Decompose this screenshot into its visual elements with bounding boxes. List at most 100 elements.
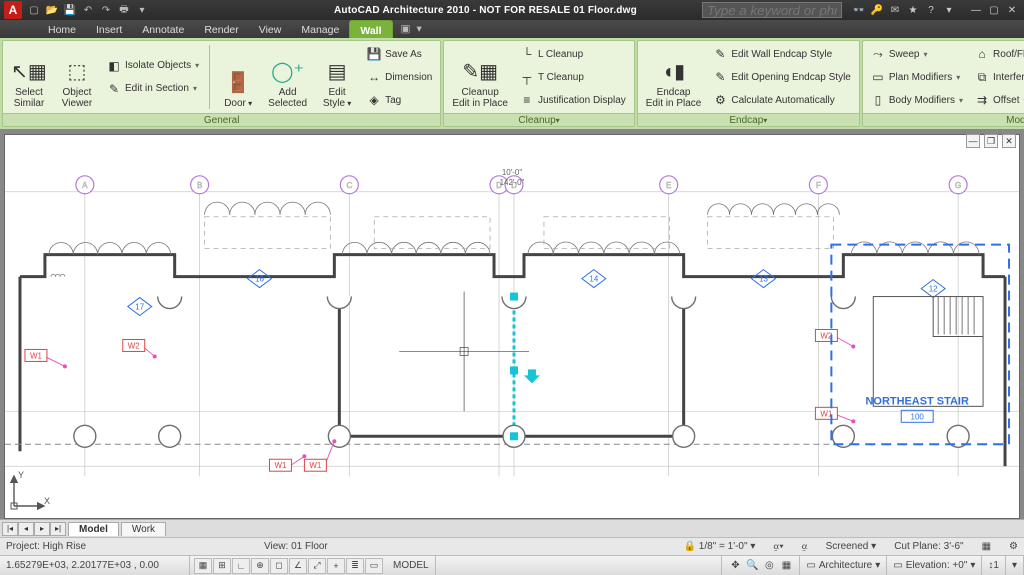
tray-icon[interactable]: ▾ (1006, 556, 1024, 575)
elevation-readout[interactable]: ▭ Elevation: +0" ▾ (887, 556, 982, 575)
tab-insert[interactable]: Insert (86, 20, 132, 38)
edit-in-section-button[interactable]: ✎Edit in Section (103, 78, 203, 100)
steering-icon[interactable]: ◎ (762, 559, 776, 573)
tab-render[interactable]: Render (194, 20, 248, 38)
edit-wall-endcap-button[interactable]: ✎Edit Wall Endcap Style (709, 43, 855, 65)
interference-button[interactable]: ⧉Interference (971, 66, 1024, 88)
svg-text:E: E (666, 181, 671, 190)
svg-text:W1: W1 (274, 461, 287, 470)
dimension-button[interactable]: ↔Dimension (363, 66, 436, 88)
display-config[interactable]: Screened ▾ (826, 541, 877, 552)
tab-first-button[interactable]: |◂ (2, 522, 18, 536)
key-icon[interactable]: 🔑 (870, 3, 884, 17)
tab-home[interactable]: Home (38, 20, 86, 38)
print-icon[interactable]: 🖶 (116, 2, 132, 18)
help-icon[interactable]: ? (924, 3, 938, 17)
l-cleanup-button[interactable]: └L Cleanup (516, 43, 630, 65)
ribbon-min-icon[interactable]: ▾ (416, 23, 421, 35)
interf-icon: ⧉ (975, 70, 989, 84)
close-button[interactable]: ✕ (1004, 3, 1020, 17)
endcap-edit-button[interactable]: ◖▮ Endcap Edit in Place (642, 43, 706, 111)
snap-toggle[interactable]: ▦ (194, 558, 212, 574)
lwt-toggle[interactable]: ≣ (346, 558, 364, 574)
redo-icon[interactable]: ↷ (98, 2, 114, 18)
coord-readout[interactable]: 1.65279E+03, 2.20177E+03 , 0.00 (0, 556, 190, 575)
scale-readout[interactable]: 🔒 1/8" = 1'-0" ▾ (684, 541, 756, 552)
ortho-toggle[interactable]: ∟ (232, 558, 250, 574)
comm-center-icon[interactable]: ✉ (888, 3, 902, 17)
minimize-button[interactable]: — (968, 3, 984, 17)
panel-label-endcap[interactable]: Endcap (638, 113, 859, 126)
cleanup-edit-button[interactable]: ✎▦ Cleanup Edit in Place (448, 43, 512, 111)
roof-floor-button[interactable]: ⌂Roof/Floor Line (971, 43, 1024, 65)
layout-tab-work[interactable]: Work (121, 522, 166, 536)
tab-manage[interactable]: Manage (291, 20, 349, 38)
annoscale-icon[interactable]: ⍶▾ (773, 541, 783, 552)
door-button[interactable]: 🚪 Door (216, 43, 260, 111)
add-selected-button[interactable]: ◯⁺ Add Selected (264, 43, 311, 111)
object-viewer-button[interactable]: ⬚ Object Viewer (55, 43, 99, 111)
save-as-button[interactable]: 💾Save As (363, 43, 436, 65)
tab-view[interactable]: View (249, 20, 292, 38)
cut-plane[interactable]: Cut Plane: 3'-6" (894, 541, 963, 552)
osnap-toggle[interactable]: ◻ (270, 558, 288, 574)
panel-label-modify[interactable]: Modify (863, 113, 1024, 126)
save-icon[interactable]: 💾 (62, 2, 78, 18)
pan-icon[interactable]: ✥ (728, 559, 742, 573)
svg-text:100: 100 (911, 412, 925, 421)
vp-close-button[interactable]: ✕ (1002, 134, 1016, 148)
zoom-icon[interactable]: 🔍 (745, 559, 759, 573)
gear-icon[interactable]: ⚙ (1009, 541, 1018, 552)
sweep-icon: ⤳ (871, 47, 885, 61)
discipline-readout[interactable]: ▭ Architecture ▾ (800, 556, 887, 575)
select-similar-button[interactable]: ↖▦ Select Similar (7, 43, 51, 111)
tab-last-button[interactable]: ▸| (50, 522, 66, 536)
body-modifiers-button[interactable]: ▯Body Modifiers (867, 89, 967, 111)
ducs-toggle[interactable]: ⤢ (308, 558, 326, 574)
dyn-toggle[interactable]: + (327, 558, 345, 574)
binoculars-icon[interactable]: 👓 (852, 3, 866, 17)
t-cleanup-button[interactable]: ┬T Cleanup (516, 66, 630, 88)
tab-wall[interactable]: Wall (349, 20, 392, 38)
polar-toggle[interactable]: ⊕ (251, 558, 269, 574)
edit-opening-endcap-button[interactable]: ✎Edit Opening Endcap Style (709, 66, 855, 88)
panel-endcap: ◖▮ Endcap Edit in Place ✎Edit Wall Endca… (637, 40, 860, 127)
panel-label-general[interactable]: General (3, 113, 440, 126)
open-icon[interactable]: 📂 (44, 2, 60, 18)
chevron-down-icon[interactable]: ▾ (942, 3, 956, 17)
plan-modifiers-button[interactable]: ▭Plan Modifiers (867, 66, 967, 88)
project-label: Project: High Rise (6, 541, 86, 552)
sweep-button[interactable]: ⤳Sweep (867, 43, 967, 65)
favorites-icon[interactable]: ★ (906, 3, 920, 17)
offset-button[interactable]: ⇉Offset (971, 89, 1024, 111)
tag-button[interactable]: ◈Tag (363, 89, 436, 111)
drawing-canvas[interactable]: ABCDDEFG 10'-0" 142'-0" (4, 134, 1020, 519)
justification-button[interactable]: ≡Justification Display (516, 89, 630, 111)
otrack-toggle[interactable]: ∠ (289, 558, 307, 574)
svg-text:142'-0": 142'-0" (500, 178, 525, 187)
edit-style-button[interactable]: ▤ Edit Style (315, 43, 359, 111)
new-icon[interactable]: ▢ (26, 2, 42, 18)
qp-toggle[interactable]: ▭ (365, 558, 383, 574)
annovis-icon[interactable]: ⍶ (802, 541, 808, 552)
panel-label-cleanup[interactable]: Cleanup (444, 113, 633, 126)
modelspace-button[interactable]: MODEL (387, 556, 436, 575)
tab-prev-button[interactable]: ◂ (18, 522, 34, 536)
tab-next-button[interactable]: ▸ (34, 522, 50, 536)
showmotion-icon[interactable]: ▦ (779, 559, 793, 573)
replace-z-icon[interactable]: ↕1 (982, 556, 1006, 575)
app-menu-button[interactable]: A (4, 1, 22, 19)
focus-icon[interactable]: ▣ (401, 23, 411, 35)
maximize-button[interactable]: ▢ (986, 3, 1002, 17)
grid-toggle[interactable]: ⊞ (213, 558, 231, 574)
vp-minimize-button[interactable]: — (966, 134, 980, 148)
qat-dropdown-icon[interactable]: ▾ (134, 2, 150, 18)
layout-tab-model[interactable]: Model (68, 522, 119, 536)
vp-restore-button[interactable]: ❐ (984, 134, 998, 148)
isolate-objects-button[interactable]: ◧Isolate Objects (103, 55, 203, 77)
infocenter-search[interactable] (702, 2, 842, 18)
calc-auto-button[interactable]: ⚙Calculate Automatically (709, 89, 855, 111)
undo-icon[interactable]: ↶ (80, 2, 96, 18)
tab-annotate[interactable]: Annotate (132, 20, 194, 38)
aecunits-icon[interactable]: ▦ (982, 541, 991, 552)
